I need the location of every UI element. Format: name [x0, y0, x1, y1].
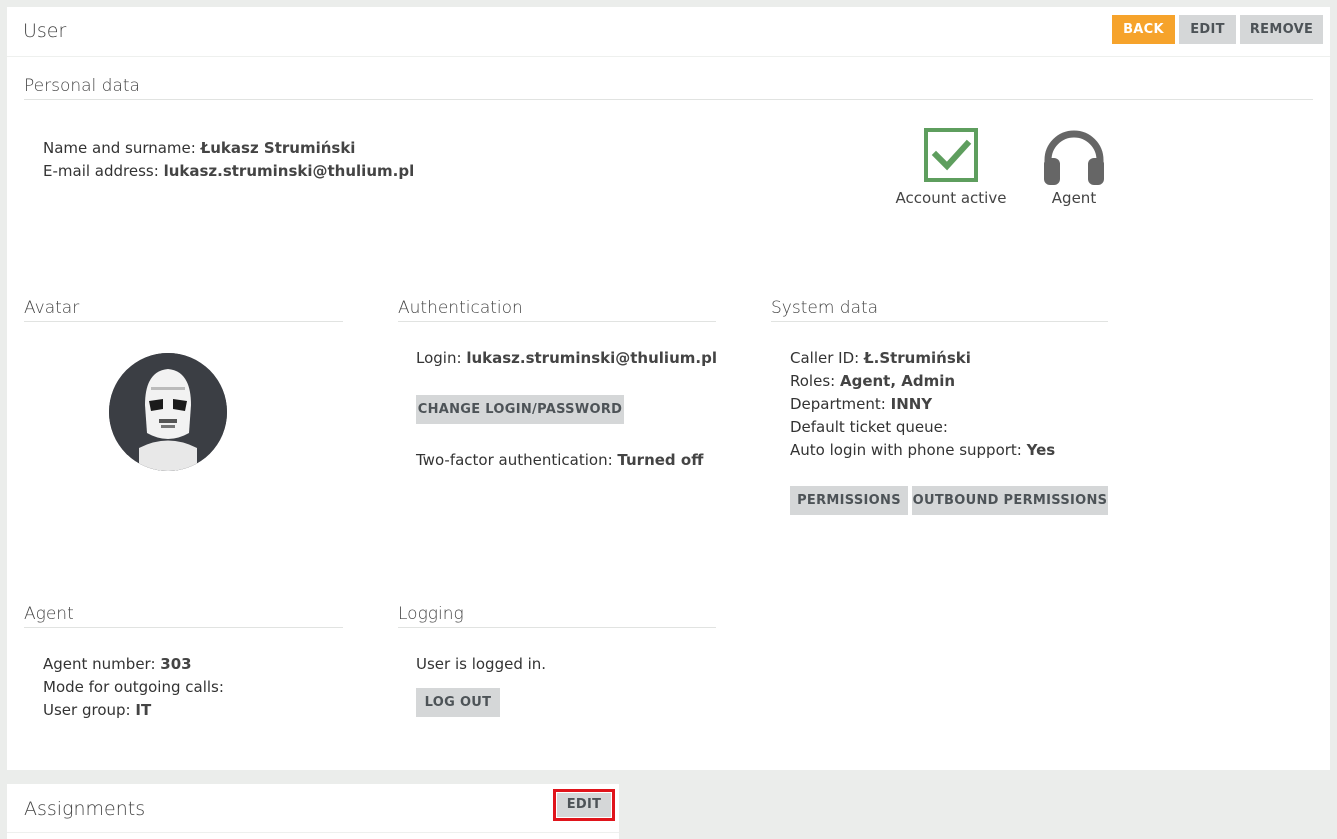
twofa-line: Two-factor authentication: Turned off [416, 451, 703, 469]
autologin-line: Auto login with phone support: Yes [790, 441, 1055, 459]
name-value: Łukasz Strumiński [200, 139, 356, 157]
section-logging: Logging [398, 604, 716, 628]
caller-id-label: Caller ID: [790, 349, 860, 367]
department-line: Department: INNY [790, 395, 932, 413]
department-label: Department: [790, 395, 886, 413]
page-title: User [23, 20, 67, 42]
assignments-divider [7, 832, 619, 833]
agent-number-label: Agent number: [43, 655, 156, 673]
logging-status: User is logged in. [416, 655, 547, 673]
ticket-queue-line: Default ticket queue: [790, 418, 948, 436]
user-group-value: IT [135, 701, 152, 719]
email-value: lukasz.struminski@thulium.pl [163, 162, 415, 180]
email-label: E-mail address: [43, 162, 159, 180]
login-line: Login: lukasz.struminski@thulium.pl [416, 349, 717, 367]
permissions-button[interactable]: PERMISSIONS [790, 486, 908, 515]
user-group-label: User group: [43, 701, 131, 719]
agent-label: Agent [1051, 189, 1097, 207]
assignments-panel: Assignments EDIT [7, 784, 619, 839]
autologin-label: Auto login with phone support: [790, 441, 1022, 459]
section-personal-data: Personal data [24, 76, 1313, 100]
login-value: lukasz.struminski@thulium.pl [466, 349, 717, 367]
user-panel: User BACK EDIT REMOVE Personal data Name… [7, 7, 1330, 770]
change-login-password-button[interactable]: CHANGE LOGIN/PASSWORD [416, 395, 624, 424]
user-header: User BACK EDIT REMOVE [7, 7, 1330, 57]
agent-number-line: Agent number: 303 [43, 655, 192, 673]
twofa-value: Turned off [617, 451, 704, 469]
twofa-label: Two-factor authentication: [416, 451, 613, 469]
check-icon [924, 128, 978, 182]
agent-number-value: 303 [160, 655, 192, 673]
stormtrooper-icon [109, 353, 227, 471]
outgoing-mode-line: Mode for outgoing calls: [43, 678, 224, 696]
assignments-title: Assignments [24, 798, 146, 820]
avatar [109, 353, 227, 471]
caller-id-value: Ł.Strumiński [863, 349, 971, 367]
caller-id-line: Caller ID: Ł.Strumiński [790, 349, 971, 367]
edit-button[interactable]: EDIT [1179, 15, 1236, 44]
department-value: INNY [890, 395, 933, 413]
section-agent: Agent [24, 604, 343, 628]
ticket-queue-label: Default ticket queue: [790, 418, 948, 436]
roles-line: Roles: Agent, Admin [790, 372, 955, 390]
roles-value: Agent, Admin [839, 372, 956, 390]
section-system-data: System data [771, 298, 1108, 322]
outbound-permissions-button[interactable]: OUTBOUND PERMISSIONS [912, 486, 1108, 515]
section-authentication: Authentication [398, 298, 716, 322]
remove-button[interactable]: REMOVE [1240, 15, 1323, 44]
autologin-value: Yes [1026, 441, 1056, 459]
user-group-line: User group: IT [43, 701, 151, 719]
email-line: E-mail address: lukasz.struminski@thuliu… [43, 162, 414, 180]
login-label: Login: [416, 349, 462, 367]
assignments-edit-button[interactable]: EDIT [557, 793, 611, 817]
back-button[interactable]: BACK [1112, 15, 1175, 44]
log-out-button[interactable]: LOG OUT [416, 688, 500, 717]
roles-label: Roles: [790, 372, 836, 390]
account-active-label: Account active [895, 189, 1007, 207]
name-line: Name and surname: Łukasz Strumiński [43, 139, 355, 157]
outgoing-mode-label: Mode for outgoing calls: [43, 678, 224, 696]
name-label: Name and surname: [43, 139, 196, 157]
section-avatar: Avatar [24, 298, 343, 322]
headset-icon [1042, 128, 1106, 186]
